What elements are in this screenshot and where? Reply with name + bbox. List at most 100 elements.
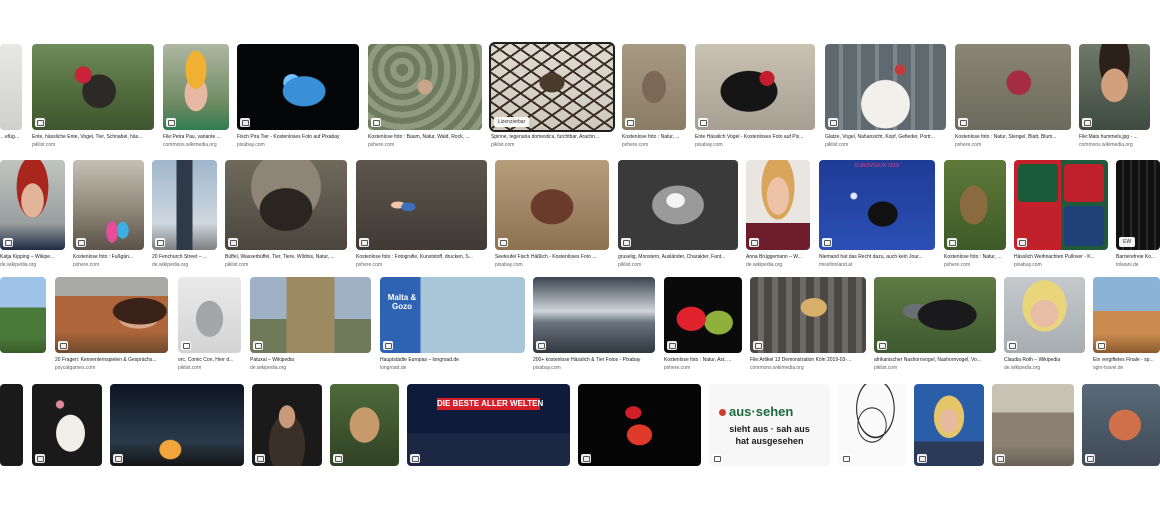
result-tile[interactable]: Seeteufel Fisch Häßlich - Kostenloses Fo… [495, 160, 609, 270]
result-thumbnail[interactable] [838, 384, 906, 466]
result-source[interactable]: piklist.com [225, 262, 347, 268]
result-tile[interactable] [252, 384, 322, 468]
result-thumbnail[interactable] [618, 160, 738, 250]
result-source[interactable]: pxhere.com [664, 365, 742, 371]
result-source[interactable]: piklist.com [32, 142, 154, 148]
result-thumbnail[interactable] [225, 160, 347, 250]
result-source[interactable]: commons.wikimedia.org [1079, 142, 1150, 148]
result-source[interactable]: pxhere.com [955, 142, 1071, 148]
result-source[interactable]: de.wikipedia.org [0, 262, 65, 268]
result-tile[interactable] [1082, 384, 1160, 468]
result-title[interactable]: Kostenlose foto : Fußgän... [73, 254, 144, 260]
result-tile[interactable]: Anna Brüggemann – W... de.wikipedia.org [746, 160, 810, 270]
result-source[interactable]: tolwani.de [1116, 262, 1160, 268]
result-tile[interactable] [838, 384, 906, 468]
result-thumbnail[interactable] [0, 384, 23, 466]
result-title[interactable]: 200+ kostenlose Hässlich & Tier Fotos - … [533, 357, 655, 363]
result-thumbnail[interactable]: aus·sehen sieht aus · sah aus hat ausges… [709, 384, 830, 466]
result-title[interactable]: Hauptstädte Europas – longroad.de [380, 357, 525, 363]
result-tile[interactable]: Katja Kipping – Wikipe... de.wikipedia.o… [0, 160, 65, 270]
result-tile[interactable]: Glatze, Vogel, Nahansicht, Kopf, Gefiede… [825, 44, 946, 154]
result-thumbnail[interactable] [237, 44, 359, 130]
result-thumbnail[interactable] [32, 384, 102, 466]
result-tile[interactable] [32, 384, 102, 468]
result-title[interactable]: Seeteufel Fisch Häßlich - Kostenloses Fo… [495, 254, 609, 260]
result-source[interactable]: piklist.com [491, 142, 613, 148]
result-tile[interactable]: Malta & Gozo Hauptstädte Europas – longr… [380, 277, 525, 377]
result-tile[interactable] [0, 277, 46, 377]
result-tile[interactable]: Hässlich Weihnachten Pullover - K... pix… [1014, 160, 1108, 270]
result-thumbnail[interactable] [874, 277, 996, 353]
result-tile[interactable]: Fisch Pira Tier - Kostenloses Foto auf P… [237, 44, 359, 154]
result-thumbnail[interactable] [664, 277, 742, 353]
result-tile[interactable]: aus·sehen sieht aus · sah aus hat ausges… [709, 384, 830, 468]
result-thumbnail[interactable] [578, 384, 701, 466]
result-thumbnail[interactable] [252, 384, 322, 466]
result-thumbnail[interactable] [330, 384, 399, 466]
result-title[interactable]: Katja Kipping – Wikipe... [0, 254, 65, 260]
result-thumbnail[interactable] [914, 384, 984, 466]
result-thumbnail[interactable] [1093, 277, 1160, 353]
result-thumbnail[interactable] [55, 277, 168, 353]
result-tile[interactable]: gruselig, Monstern, Ausländer, Charakter… [618, 160, 738, 270]
result-source[interactable]: sgm-travel.de [1093, 365, 1160, 371]
result-source[interactable]: de.wikipedia.org [152, 262, 217, 268]
result-tile[interactable]: DIE BESTE ALLER WELTEN [407, 384, 570, 468]
result-thumbnail[interactable] [163, 44, 229, 130]
result-tile[interactable]: afrikanischer Nashornvogel, Nashornvogel… [874, 277, 996, 377]
result-title[interactable]: Patuxai – Wikipedia [250, 357, 371, 363]
result-thumbnail[interactable] [0, 160, 65, 250]
result-tile[interactable]: orc, Comic Con, Herr d... piklist.com [178, 277, 241, 377]
result-tile[interactable]: Kostenlose foto : Natur, Ast, ... pxhere… [664, 277, 742, 377]
result-tile[interactable]: Kostenlose foto : Baum, Natur, Wald, Roc… [368, 44, 482, 154]
result-tile[interactable]: 20 Fragen: Kennenlernspielen & Gesprächs… [55, 277, 168, 377]
result-tile[interactable]: 20 Fenchurch Street – ... de.wikipedia.o… [152, 160, 217, 270]
result-title[interactable]: Spinne, tegenaria domestica, furchtbar, … [491, 134, 613, 140]
result-tile[interactable]: Kostenlose foto : Fußgän... pxhere.com [73, 160, 144, 270]
result-thumbnail[interactable]: Malta & Gozo [380, 277, 525, 353]
result-tile[interactable]: Ente, hässliche Ente, Vogel, Tier, Schna… [32, 44, 154, 154]
result-title[interactable]: File:Petra Pau, variante ... [163, 134, 229, 140]
result-source[interactable]: missfinnland.at [819, 262, 935, 268]
result-title[interactable]: Anna Brüggemann – W... [746, 254, 810, 260]
result-tile[interactable]: Ein vergiftetes Finale - sp... sgm-trave… [1093, 277, 1160, 377]
result-thumbnail[interactable]: EW [1116, 160, 1160, 250]
result-tile[interactable] [578, 384, 701, 468]
result-thumbnail[interactable] [533, 277, 655, 353]
result-title[interactable]: Ente Hässlich Vogel - Kostenloses Foto a… [695, 134, 815, 140]
result-title[interactable]: Hässlich Weihnachten Pullover - K... [1014, 254, 1108, 260]
result-tile[interactable]: Büffel, Wasserbüffel, Tier, Tiere, Wildn… [225, 160, 347, 270]
result-thumbnail[interactable]: Lizenzierbar [489, 42, 615, 132]
result-thumbnail[interactable] [32, 44, 154, 130]
result-source[interactable]: pxhere.com [944, 262, 1006, 268]
result-tile[interactable]: File:Petra Pau, variante ... commons.wik… [163, 44, 229, 154]
result-title[interactable]: Ein vergiftetes Finale - sp... [1093, 357, 1160, 363]
result-title[interactable]: Kostenlose foto : Baum, Natur, Wald, Roc… [368, 134, 482, 140]
result-tile[interactable] [914, 384, 984, 468]
result-title[interactable]: File:Artikel 13 Demonstration Köln 2019-… [750, 357, 866, 363]
result-title[interactable]: …efügel… [0, 134, 22, 140]
result-tile[interactable] [110, 384, 244, 468]
result-title[interactable]: Büffel, Wasserbüffel, Tier, Tiere, Wildn… [225, 254, 347, 260]
result-thumbnail[interactable]: DIE BESTE ALLER WELTEN [407, 384, 570, 466]
result-thumbnail[interactable] [0, 44, 22, 130]
result-title[interactable]: Fisch Pira Tier - Kostenloses Foto auf P… [237, 134, 359, 140]
result-thumbnail[interactable] [0, 277, 46, 353]
result-thumbnail[interactable] [1014, 160, 1108, 250]
result-tile[interactable]: Kostenlose foto : Natur, ... pxhere.com [944, 160, 1006, 270]
result-tile[interactable] [330, 384, 399, 468]
result-thumbnail[interactable] [495, 160, 609, 250]
result-source[interactable]: pixabay.com [1014, 262, 1108, 268]
result-tile[interactable]: Kostenlose foto : Natur, ... pxhere.com [622, 44, 686, 154]
result-tile[interactable] [992, 384, 1074, 468]
result-tile[interactable]: Claudia Roth – Wikipedia de.wikipedia.or… [1004, 277, 1085, 377]
result-thumbnail[interactable] [178, 277, 241, 353]
result-tile[interactable]: Ente Hässlich Vogel - Kostenloses Foto a… [695, 44, 815, 154]
result-tile[interactable]: Kostenlose foto : Natur, Stengel, Blatt,… [955, 44, 1071, 154]
result-source[interactable]: de.wikipedia.org [746, 262, 810, 268]
result-tile[interactable]: Lizenzierbar Spinne, tegenaria domestica… [489, 42, 615, 154]
result-title[interactable]: Kostenlose foto : Fotografie, Kunststoff… [356, 254, 487, 260]
result-thumbnail[interactable]: EUROVISION 2019 [819, 160, 935, 250]
result-thumbnail[interactable] [356, 160, 487, 250]
result-tile[interactable]: EW Barrierefreie Komm... tolwani.de [1116, 160, 1160, 270]
